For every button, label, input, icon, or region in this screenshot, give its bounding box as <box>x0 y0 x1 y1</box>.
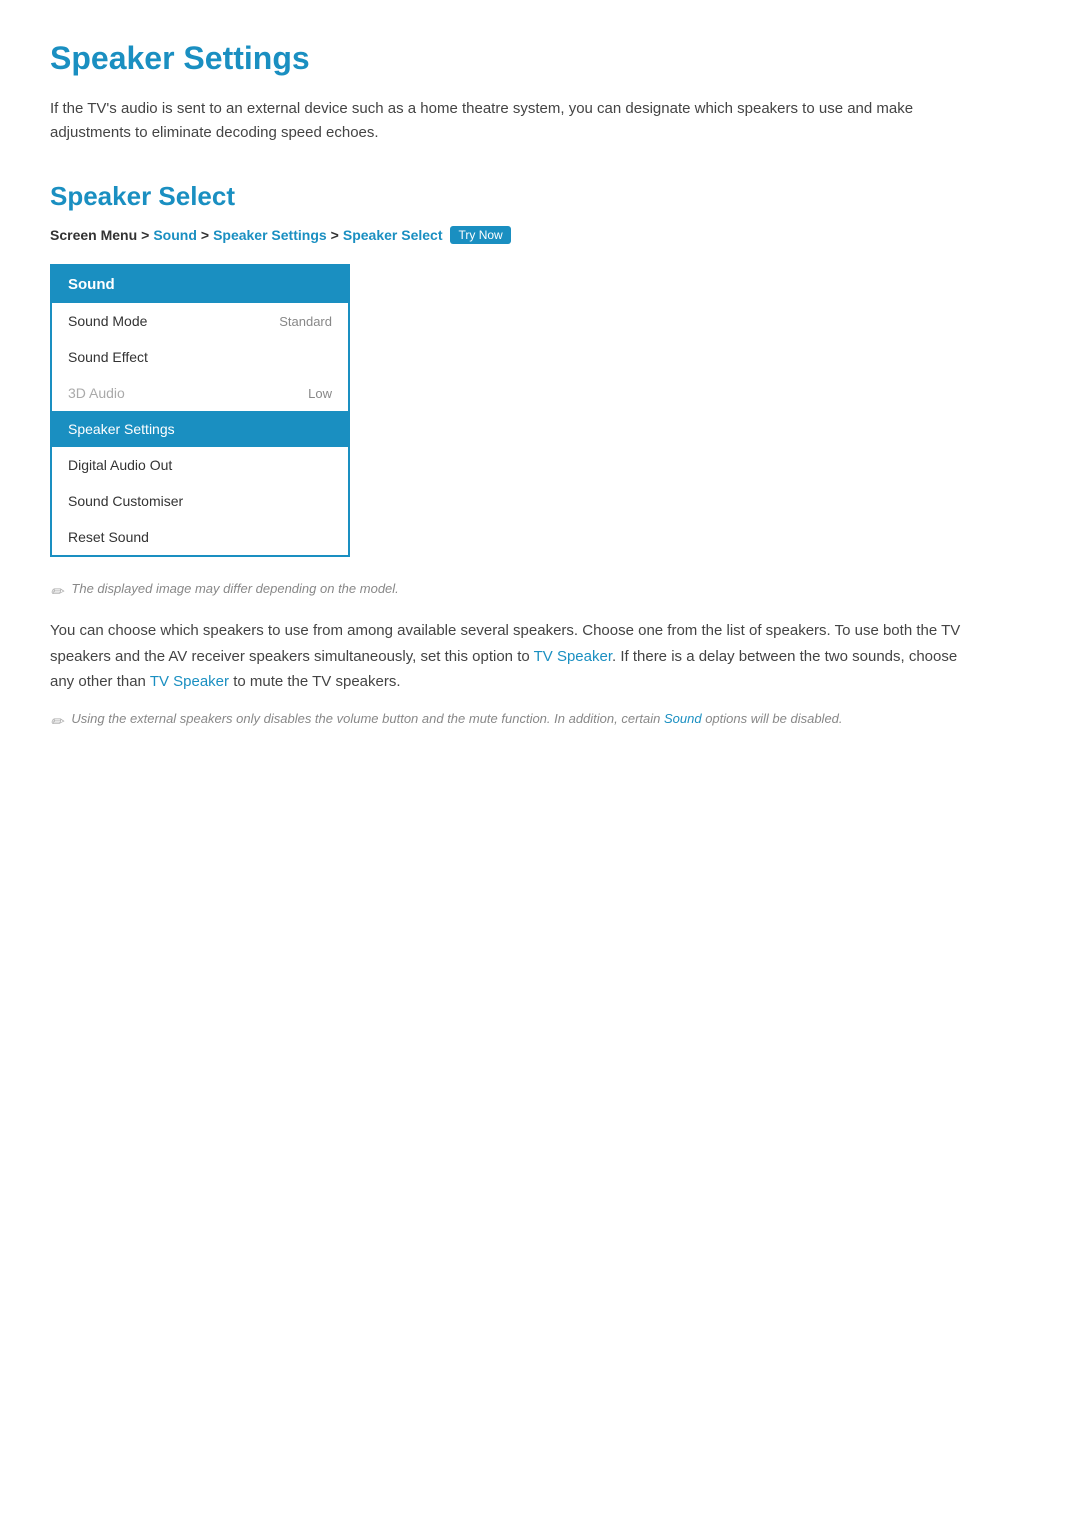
breadcrumb-sep2: > <box>201 227 209 243</box>
menu-item-reset-sound-label: Reset Sound <box>68 529 149 545</box>
tv-speaker-link-2[interactable]: TV Speaker <box>150 673 229 690</box>
breadcrumb: Screen Menu > Sound > Speaker Settings >… <box>50 226 1030 244</box>
note-1-block: ✏ The displayed image may differ dependi… <box>50 581 1030 602</box>
pencil-icon: ✏ <box>50 582 63 602</box>
breadcrumb-screen-menu: Screen Menu <box>50 227 137 243</box>
breadcrumb-speaker-select[interactable]: Speaker Select <box>343 227 443 243</box>
sound-link[interactable]: Sound <box>664 711 702 726</box>
menu-item-speaker-settings[interactable]: Speaker Settings <box>52 411 348 447</box>
menu-item-reset-sound[interactable]: Reset Sound <box>52 519 348 555</box>
menu-item-digital-audio-out-label: Digital Audio Out <box>68 457 172 473</box>
menu-item-sound-customiser-label: Sound Customiser <box>68 493 183 509</box>
note-2-block: ✏ Using the external speakers only disab… <box>50 711 970 732</box>
menu-item-sound-effect-label: Sound Effect <box>68 349 148 365</box>
intro-paragraph: If the TV's audio is sent to an external… <box>50 97 950 145</box>
menu-item-sound-mode-value: Standard <box>279 314 332 329</box>
sound-menu: Sound Sound Mode Standard Sound Effect 3… <box>50 264 350 557</box>
breadcrumb-sep1: > <box>141 227 149 243</box>
breadcrumb-speaker-settings[interactable]: Speaker Settings <box>213 227 327 243</box>
body-paragraph: You can choose which speakers to use fro… <box>50 618 970 695</box>
note-1-text: The displayed image may differ depending… <box>71 581 398 596</box>
menu-item-sound-customiser[interactable]: Sound Customiser <box>52 483 348 519</box>
tv-speaker-link-1[interactable]: TV Speaker <box>534 648 612 665</box>
menu-item-digital-audio-out[interactable]: Digital Audio Out <box>52 447 348 483</box>
menu-item-sound-mode[interactable]: Sound Mode Standard <box>52 303 348 339</box>
menu-header: Sound <box>52 266 348 303</box>
menu-item-3d-audio-value: Low <box>308 386 332 401</box>
pencil-icon-2: ✏ <box>50 712 63 732</box>
breadcrumb-sound[interactable]: Sound <box>153 227 197 243</box>
menu-item-3d-audio-label: 3D Audio <box>68 385 125 401</box>
try-now-badge[interactable]: Try Now <box>450 226 510 244</box>
page-title: Speaker Settings <box>50 40 1030 77</box>
section-title: Speaker Select <box>50 181 1030 212</box>
menu-item-speaker-settings-label: Speaker Settings <box>68 421 175 437</box>
menu-item-sound-effect[interactable]: Sound Effect <box>52 339 348 375</box>
note-2-text: Using the external speakers only disable… <box>71 711 842 726</box>
menu-item-sound-mode-label: Sound Mode <box>68 313 147 329</box>
menu-item-3d-audio[interactable]: 3D Audio Low <box>52 375 348 411</box>
breadcrumb-sep3: > <box>331 227 339 243</box>
